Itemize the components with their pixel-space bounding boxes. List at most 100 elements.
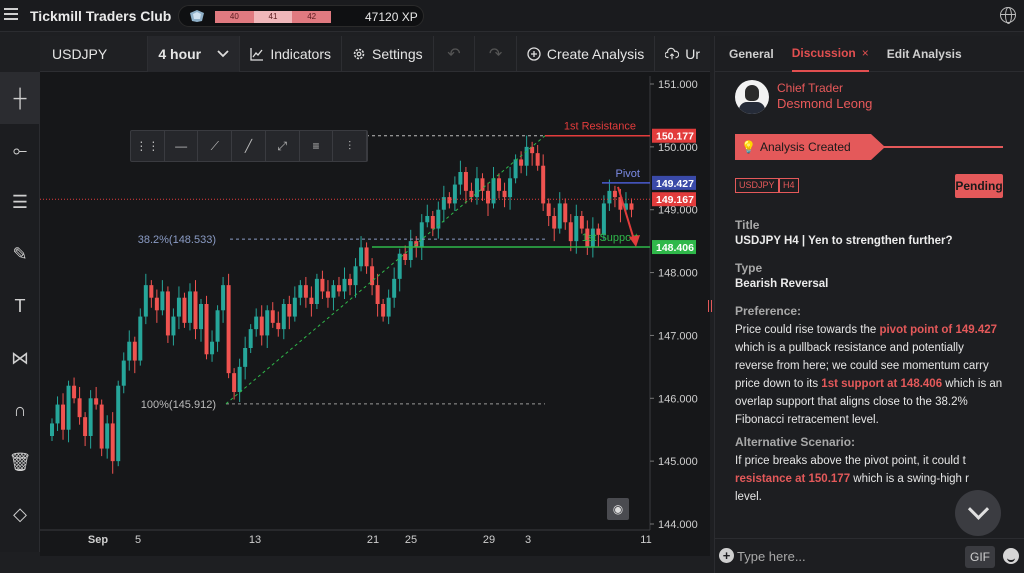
time-tick-label: 21 bbox=[367, 534, 379, 546]
pivot-label: Pivot bbox=[616, 168, 640, 180]
type-label: Type bbox=[735, 261, 763, 275]
resistance-highlight: resistance at 150.177 bbox=[735, 473, 851, 485]
indicators-label: Indicators bbox=[270, 45, 332, 62]
channel-icon[interactable]: ≡ bbox=[300, 131, 334, 161]
candle-body bbox=[270, 310, 275, 323]
candle-body bbox=[397, 253, 402, 279]
close-icon[interactable]: × bbox=[862, 46, 869, 60]
candle-body bbox=[519, 159, 524, 166]
candle-body bbox=[629, 203, 634, 210]
magnet-icon: ∩ bbox=[13, 399, 27, 420]
upload-button[interactable]: Ur bbox=[655, 36, 710, 72]
analysis-created-tag: 💡 Analysis Created bbox=[735, 134, 885, 160]
tab-discussion[interactable]: Discussion × bbox=[791, 36, 869, 72]
symbol-selector[interactable]: USDJPY bbox=[40, 35, 149, 72]
tab-discussion-label: Discussion bbox=[791, 45, 856, 60]
candle-body bbox=[199, 304, 204, 330]
candle-body bbox=[452, 184, 457, 204]
level-label: 42 bbox=[292, 11, 332, 23]
line-tool[interactable]: ⟜ bbox=[0, 124, 40, 176]
tab-edit-analysis[interactable]: Edit Analysis bbox=[887, 36, 962, 72]
symbol-tag: USDJPY bbox=[735, 178, 779, 193]
alternative-text-part: If price breaks above the pivot point, i… bbox=[735, 455, 966, 467]
candle-body bbox=[83, 417, 88, 436]
candle-body bbox=[463, 172, 468, 191]
scroll-down-button[interactable] bbox=[955, 490, 1001, 536]
xp-progress: 40 41 42 47120 XP bbox=[178, 5, 424, 27]
candle-body bbox=[138, 316, 143, 361]
candle-body bbox=[248, 329, 253, 348]
pattern-tool[interactable]: ⋈ bbox=[0, 332, 40, 384]
magnet-tool[interactable]: ∩ bbox=[0, 384, 40, 436]
candle-body bbox=[336, 285, 341, 292]
brush-tool[interactable]: ✎ bbox=[0, 228, 40, 280]
time-tick-label: 3 bbox=[525, 534, 531, 546]
indicators-button[interactable]: Indicators bbox=[240, 35, 343, 72]
candle-body bbox=[187, 291, 192, 323]
author-name[interactable]: Desmond Leong bbox=[777, 96, 872, 111]
fib-38-label: 38.2%(148.533) bbox=[138, 234, 216, 246]
candle-body bbox=[386, 297, 391, 317]
delete-tool[interactable]: 🗑 bbox=[0, 436, 40, 488]
candle-body bbox=[99, 404, 104, 449]
panel-resize-handle[interactable] bbox=[708, 300, 712, 312]
candle-body bbox=[458, 172, 463, 185]
tab-general[interactable]: General bbox=[729, 36, 774, 72]
lightbulb-icon: 💡 bbox=[741, 140, 756, 154]
candle-body bbox=[127, 341, 132, 361]
interval-selector[interactable]: 4 hour bbox=[148, 35, 241, 72]
app-title: Tickmill Traders Club bbox=[30, 8, 172, 24]
chat-bar: + GIF bbox=[715, 538, 1024, 573]
price-tick-label: 151.000 bbox=[658, 79, 698, 91]
timeline-line bbox=[883, 146, 1003, 148]
chat-input[interactable] bbox=[737, 545, 957, 567]
time-tick-label: 25 bbox=[405, 534, 417, 546]
candle-body bbox=[61, 404, 66, 430]
level-label: 40 bbox=[215, 11, 254, 23]
redo-button[interactable]: ↷ bbox=[475, 35, 517, 72]
menu-icon[interactable] bbox=[4, 8, 18, 20]
drag-handle-icon[interactable]: ⋮⋮ bbox=[131, 131, 165, 161]
top-bar: Tickmill Traders Club 40 41 42 47120 XP bbox=[0, 0, 1024, 32]
avatar[interactable] bbox=[735, 80, 769, 114]
undo-icon: ↶ bbox=[447, 45, 461, 63]
plus-circle-icon bbox=[527, 46, 541, 61]
undo-button[interactable]: ↶ bbox=[434, 35, 476, 72]
candle-body bbox=[121, 360, 126, 386]
candle-body bbox=[143, 285, 148, 317]
globe-icon[interactable] bbox=[1000, 7, 1016, 24]
text-tool[interactable]: T bbox=[0, 280, 40, 332]
candle-body bbox=[497, 178, 502, 191]
fib-channel-icon[interactable]: ⫶ bbox=[333, 131, 368, 161]
candle-body bbox=[210, 341, 215, 355]
candle-body bbox=[381, 304, 386, 317]
text-tool-icon: T bbox=[14, 295, 26, 316]
create-analysis-button[interactable]: Create Analysis bbox=[517, 35, 656, 72]
support-label: 1st Support bbox=[582, 232, 638, 244]
settings-button[interactable]: Settings bbox=[342, 35, 434, 72]
ray-icon[interactable]: ⟋ bbox=[198, 131, 233, 161]
layers-tool[interactable]: ◇ bbox=[0, 488, 40, 540]
title-label: Title bbox=[735, 218, 760, 232]
settings-label: Settings bbox=[372, 45, 423, 62]
extended-line-icon[interactable]: ⤢ bbox=[266, 131, 300, 161]
gif-button[interactable]: GIF bbox=[965, 546, 995, 568]
emoji-icon[interactable] bbox=[1003, 548, 1019, 564]
horizontal-line-icon[interactable]: — bbox=[165, 131, 199, 161]
tag-row: USDJPY H4 Pending bbox=[735, 170, 1011, 210]
candle-body bbox=[94, 398, 99, 405]
alternative-text-part: which is a swing-high r bbox=[850, 473, 969, 485]
candle-body bbox=[66, 385, 71, 430]
candle-body bbox=[568, 222, 573, 242]
lightbulb-icon[interactable]: ◉ bbox=[607, 498, 629, 520]
pivot-highlight: pivot point of 149.427 bbox=[879, 324, 998, 336]
candle-body bbox=[292, 297, 297, 317]
level-label: 41 bbox=[253, 11, 293, 23]
fib-tool[interactable]: ☰ bbox=[0, 176, 40, 228]
trendline-icon[interactable]: ╱ bbox=[232, 131, 266, 161]
candle-body bbox=[469, 190, 474, 198]
crosshair-tool[interactable]: ┼ bbox=[0, 72, 40, 124]
add-attachment-icon[interactable]: + bbox=[719, 548, 734, 563]
rank-badge-icon bbox=[190, 10, 204, 22]
candle-body bbox=[419, 222, 424, 248]
